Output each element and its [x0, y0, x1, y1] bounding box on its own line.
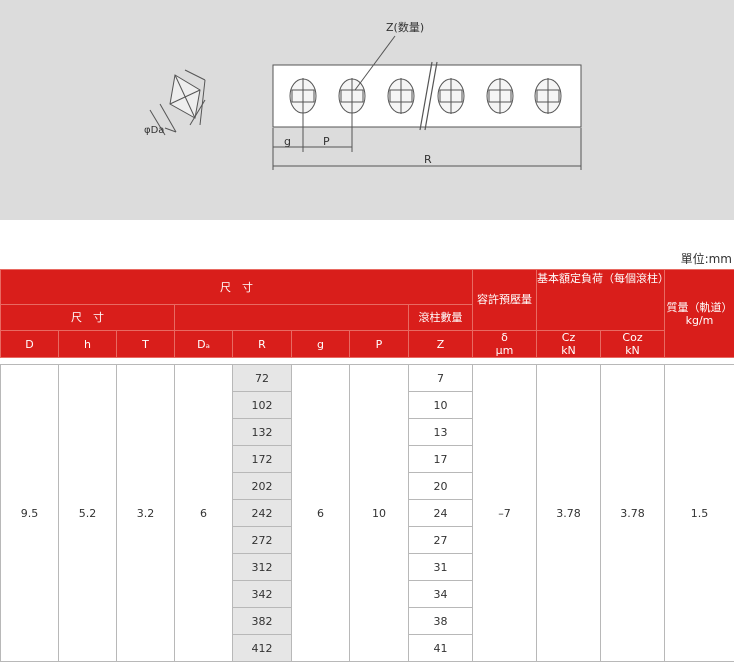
- cell-R: 132: [232, 418, 292, 446]
- header-mass-label: 質量（軌道）: [666, 300, 733, 314]
- header-col-C-label: Cz: [561, 331, 576, 344]
- cell-C: 3.78: [536, 364, 601, 662]
- cell-Z: 34: [408, 580, 473, 608]
- header-preload-symbol: δ: [501, 331, 508, 344]
- header-col-D: D: [0, 330, 59, 358]
- header-dimensions: 尺 寸: [0, 269, 473, 305]
- roller-5: [486, 78, 514, 114]
- roller-4: [437, 78, 465, 114]
- header-preload: 容許預壓量: [472, 269, 537, 331]
- cell-Z: 41: [408, 634, 473, 662]
- unit-label: 單位:mm: [680, 252, 732, 266]
- header-col-T: T: [116, 330, 175, 358]
- header-sub-dimensions: 尺 寸: [0, 304, 175, 331]
- header-blank: [174, 304, 409, 331]
- cell-mass: 1.5: [664, 364, 734, 662]
- r-label: R: [424, 153, 432, 166]
- cell-R: 272: [232, 526, 292, 554]
- table-header: 尺 寸 容許預壓量 基本額定負荷（每個滾柱） 質量（軌道） kg/m 尺 寸 滾…: [0, 269, 734, 358]
- roller-3: [387, 78, 415, 114]
- header-col-C: Cz kN: [536, 330, 601, 358]
- cell-Z: 13: [408, 418, 473, 446]
- cell-R: 242: [232, 499, 292, 527]
- table-body: 9.5 5.2 3.2 6 72 6 10 7 –7 3.78 3.78 1.5…: [0, 357, 734, 662]
- cell-D: 9.5: [0, 364, 59, 662]
- z-label: Z(数量): [386, 21, 424, 34]
- header-col-R: R: [232, 330, 292, 358]
- da-label: φDa: [144, 125, 164, 136]
- g-label: g: [284, 135, 291, 148]
- header-col-C0: Coz kN: [600, 330, 665, 358]
- header-col-C0-label: Coz: [622, 331, 643, 344]
- header-load-rating: 基本額定負荷（每個滾柱）: [536, 269, 669, 331]
- cell-T: 3.2: [116, 364, 175, 662]
- header-col-h: h: [58, 330, 117, 358]
- header-preload-um: μm: [495, 344, 514, 357]
- cell-h: 5.2: [58, 364, 117, 662]
- cell-delta: –7: [472, 364, 537, 662]
- roller-6: [534, 78, 562, 114]
- header-col-P: P: [349, 330, 409, 358]
- cell-Z: 17: [408, 445, 473, 473]
- p-label: P: [323, 135, 330, 148]
- roller-cage-diagram: φDa Z(数量) g P R: [144, 21, 582, 170]
- roller-2: [338, 78, 366, 114]
- header-preload-unit: δ μm: [472, 330, 537, 358]
- spec-table: 尺 寸 容許預壓量 基本額定負荷（每個滾柱） 質量（軌道） kg/m 尺 寸 滾…: [0, 269, 734, 662]
- cell-R: 412: [232, 634, 292, 662]
- header-col-Da: Dₐ: [174, 330, 233, 358]
- header-mass-unit: kg/m: [685, 313, 714, 327]
- cell-R: 312: [232, 553, 292, 581]
- cell-g: 6: [291, 364, 350, 662]
- cell-Z: 24: [408, 499, 473, 527]
- cell-R: 172: [232, 445, 292, 473]
- roller-1: [289, 78, 317, 114]
- header-col-C-unit: kN: [561, 344, 576, 357]
- header-mass: 質量（軌道） kg/m: [664, 269, 734, 358]
- cell-R: 202: [232, 472, 292, 500]
- cell-Z: 20: [408, 472, 473, 500]
- header-col-Z: Z: [408, 330, 473, 358]
- cell-P: 10: [349, 364, 409, 662]
- cell-Z: 38: [408, 607, 473, 635]
- cell-Da: 6: [174, 364, 233, 662]
- header-roller-count: 滾柱數量: [408, 304, 473, 331]
- cell-Z: 31: [408, 553, 473, 581]
- cell-Z: 27: [408, 526, 473, 554]
- cell-R: 342: [232, 580, 292, 608]
- cell-Z: 10: [408, 391, 473, 419]
- gap-row: [0, 357, 734, 365]
- cell-R: 72: [232, 364, 292, 392]
- cell-R: 382: [232, 607, 292, 635]
- cell-Z: 7: [408, 364, 473, 392]
- header-col-g: g: [291, 330, 350, 358]
- cell-R: 102: [232, 391, 292, 419]
- header-col-C0-unit: kN: [625, 344, 640, 357]
- table-row: 9.5 5.2 3.2 6 72 6 10 7 –7 3.78 3.78 1.5: [0, 364, 734, 662]
- cell-C0: 3.78: [600, 364, 665, 662]
- diagram-panel: φDa Z(数量) g P R: [0, 0, 734, 220]
